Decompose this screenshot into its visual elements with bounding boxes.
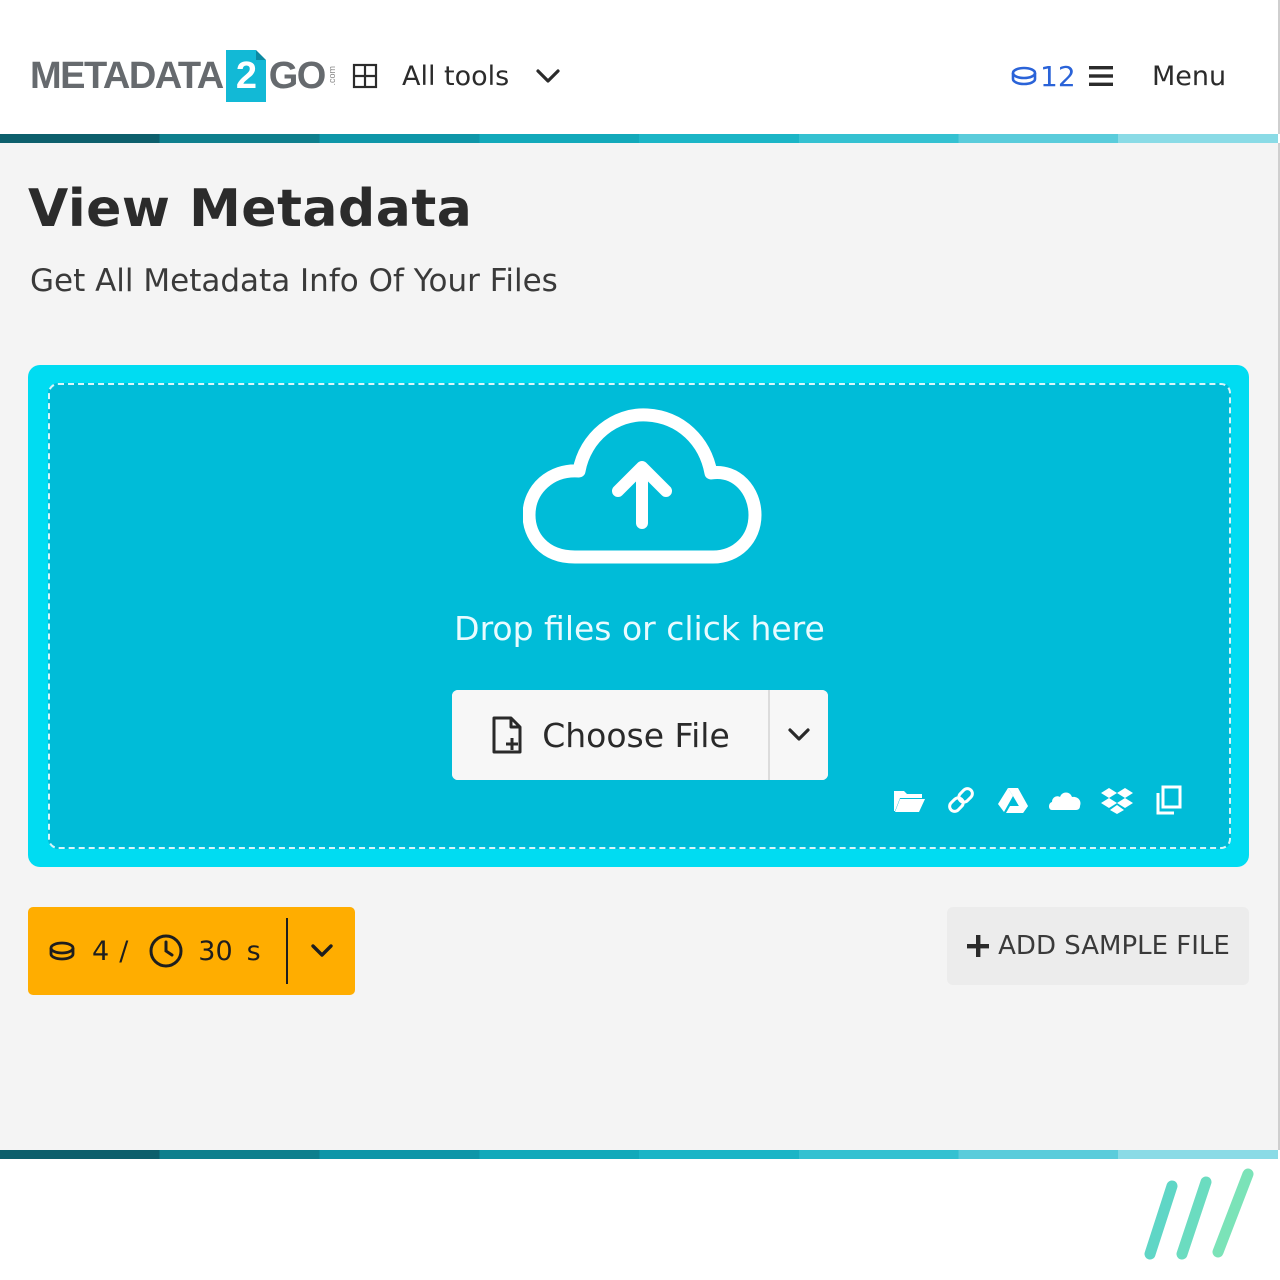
header-divider-bar <box>0 134 1278 143</box>
all-tools-label: All tools <box>402 60 510 92</box>
page-title: View Metadata <box>28 179 473 239</box>
chevron-down-icon <box>536 69 560 83</box>
coins-icon <box>49 941 75 961</box>
add-sample-file-label: ADD SAMPLE FILE <box>998 931 1230 961</box>
chevron-down-icon <box>788 728 810 741</box>
choose-file-button[interactable]: Choose File <box>452 690 768 780</box>
logo-badge: 2 <box>225 50 266 102</box>
dropzone[interactable]: Drop files or click here Choose File <box>48 383 1231 849</box>
hamburger-icon <box>1089 66 1113 86</box>
dropbox-icon[interactable] <box>1100 785 1134 815</box>
menu-label: Menu <box>1152 60 1227 92</box>
menu-button[interactable]: Menu <box>1088 56 1226 96</box>
credits-counter[interactable]: 12 <box>1010 58 1076 94</box>
cost-summary[interactable]: 4 / 30 s <box>28 907 286 995</box>
google-drive-icon[interactable] <box>996 785 1030 815</box>
onedrive-icon[interactable] <box>1048 785 1082 815</box>
plus-icon <box>967 935 990 957</box>
grid-icon <box>352 63 378 89</box>
choose-file-label: Choose File <box>542 715 730 755</box>
folder-icon[interactable] <box>892 785 926 815</box>
coins-icon <box>1011 66 1037 86</box>
footer-divider-bar <box>0 1150 1278 1159</box>
cost-dropdown[interactable] <box>288 907 355 995</box>
clipboard-icon[interactable] <box>1152 785 1186 815</box>
chevron-down-icon <box>310 944 333 957</box>
cost-indicator: 4 / 30 s <box>28 907 355 995</box>
link-icon[interactable] <box>944 785 978 815</box>
choose-file-group: Choose File <box>452 690 828 780</box>
all-tools-dropdown[interactable]: All tools <box>352 56 561 96</box>
logo-text-right: GO <box>268 54 327 97</box>
logo-text-left: METADATA <box>30 54 224 97</box>
drop-instruction: Drop files or click here <box>454 609 825 648</box>
file-plus-icon <box>492 716 522 754</box>
site-header: METADATA 2 GO .com All tools 12 Menu <box>0 0 1280 134</box>
clock-icon <box>149 934 183 968</box>
cost-time-unit: s <box>246 935 261 967</box>
add-sample-file-button[interactable]: ADD SAMPLE FILE <box>947 907 1249 985</box>
decorative-slashes-icon <box>1144 1168 1254 1260</box>
choose-file-dropdown[interactable] <box>768 690 828 780</box>
page-subtitle: Get All Metadata Info Of Your Files <box>30 263 558 299</box>
cost-separator: / <box>119 935 129 967</box>
cost-credits: 4 <box>92 935 110 967</box>
metadata2go-logo[interactable]: METADATA 2 GO .com <box>30 48 337 104</box>
upload-source-icons <box>892 783 1186 817</box>
credits-value: 12 <box>1040 59 1076 93</box>
upload-area: Drop files or click here Choose File <box>28 365 1249 867</box>
cost-time: 30 <box>198 935 233 967</box>
main-content: View Metadata Get All Metadata Info Of Y… <box>0 143 1280 1150</box>
cloud-upload-icon <box>523 408 762 564</box>
logo-suffix: .com <box>326 66 337 86</box>
